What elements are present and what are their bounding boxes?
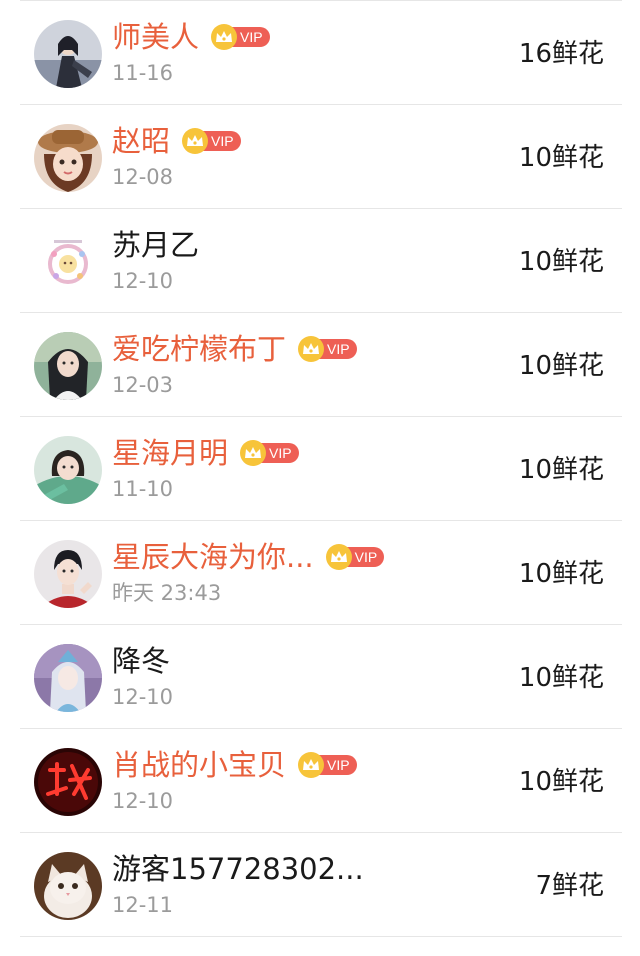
flower-ranking-list: 师美人 VIP 11-16 16鲜花 赵昭 VIP 12-08 10鲜花 苏月乙… [0,0,640,956]
name-group: 星海月明 VIP [112,431,299,475]
user-name[interactable]: 游客157728302... [112,847,364,891]
girl-hat-avatar[interactable] [34,124,102,192]
crown-icon [240,440,267,466]
date-label: 12-10 [112,269,174,293]
user-name[interactable]: 星海月明 [112,431,228,475]
date-label: 12-10 [112,685,174,709]
user-name[interactable]: 星辰大海为你... [112,535,314,579]
crown-icon [298,336,325,362]
date-label: 12-03 [112,373,174,397]
date-label: 昨天 23:43 [112,581,222,605]
date-label: 12-08 [112,165,174,189]
flower-count: 10鲜花 [518,767,604,797]
list-item[interactable]: 星海月明 VIP 11-10 10鲜花 [0,417,640,521]
user-name[interactable]: 肖战的小宝贝 [112,743,286,787]
vip-badge: VIP [298,752,357,778]
flower-wreath-avatar[interactable] [34,228,102,296]
user-name[interactable]: 苏月乙 [112,223,199,267]
flower-count: 10鲜花 [518,247,604,277]
name-group: 师美人 VIP [112,15,270,59]
user-name[interactable]: 赵昭 [112,119,170,163]
date-label: 12-10 [112,789,174,813]
kitten-avatar[interactable] [34,852,102,920]
date-label: 11-16 [112,61,174,85]
flower-count: 16鲜花 [518,39,604,69]
date-label: 12-11 [112,893,174,917]
list-item[interactable]: 赵昭 VIP 12-08 10鲜花 [0,105,640,209]
vip-badge: VIP [211,24,270,50]
crown-icon [325,544,352,570]
list-item[interactable]: 星辰大海为你... VIP 昨天 23:43 10鲜花 [0,521,640,625]
girl-green-avatar[interactable] [34,436,102,504]
anime-purple-avatar[interactable] [34,644,102,712]
vip-badge: VIP [240,440,299,466]
girl-dark-dress-avatar[interactable] [34,20,102,88]
user-name[interactable]: 降冬 [112,639,170,683]
list-item[interactable]: 苏月乙 12-10 10鲜花 [0,209,640,313]
flower-count: 10鲜花 [518,351,604,381]
list-item[interactable]: 师美人 VIP 11-16 16鲜花 [0,1,640,105]
flower-count: 10鲜花 [518,143,604,173]
vip-badge: VIP [298,336,357,362]
red-neon-avatar[interactable] [34,748,102,816]
list-item[interactable]: 降冬 12-10 10鲜花 [0,625,640,729]
user-name[interactable]: 师美人 [112,15,199,59]
name-group: 赵昭 VIP [112,119,241,163]
list-item[interactable]: 游客157728302... 12-11 7鲜花 [0,833,640,937]
flower-count: 10鲜花 [518,663,604,693]
name-group: 降冬 [112,639,170,683]
flower-count: 10鲜花 [518,559,604,589]
flower-count: 7鲜花 [535,871,604,901]
list-item[interactable]: 肖战的小宝贝 VIP 12-10 10鲜花 [0,729,640,833]
vip-badge: VIP [325,544,385,570]
flower-count: 10鲜花 [518,455,604,485]
girl-long-hair-avatar[interactable] [34,332,102,400]
name-group: 星辰大海为你... VIP [112,535,385,579]
name-group: 苏月乙 [112,223,199,267]
row-divider [20,936,622,937]
name-group: 游客157728302... [112,847,364,891]
date-label: 11-10 [112,477,174,501]
name-group: 爱吃柠檬布丁 VIP [112,327,357,371]
boy-red-jacket-avatar[interactable] [34,540,102,608]
vip-badge: VIP [182,128,241,154]
crown-icon [211,24,238,50]
crown-icon [182,128,209,154]
crown-icon [298,752,325,778]
name-group: 肖战的小宝贝 VIP [112,743,357,787]
user-name[interactable]: 爱吃柠檬布丁 [112,327,286,371]
list-item[interactable]: 爱吃柠檬布丁 VIP 12-03 10鲜花 [0,313,640,417]
